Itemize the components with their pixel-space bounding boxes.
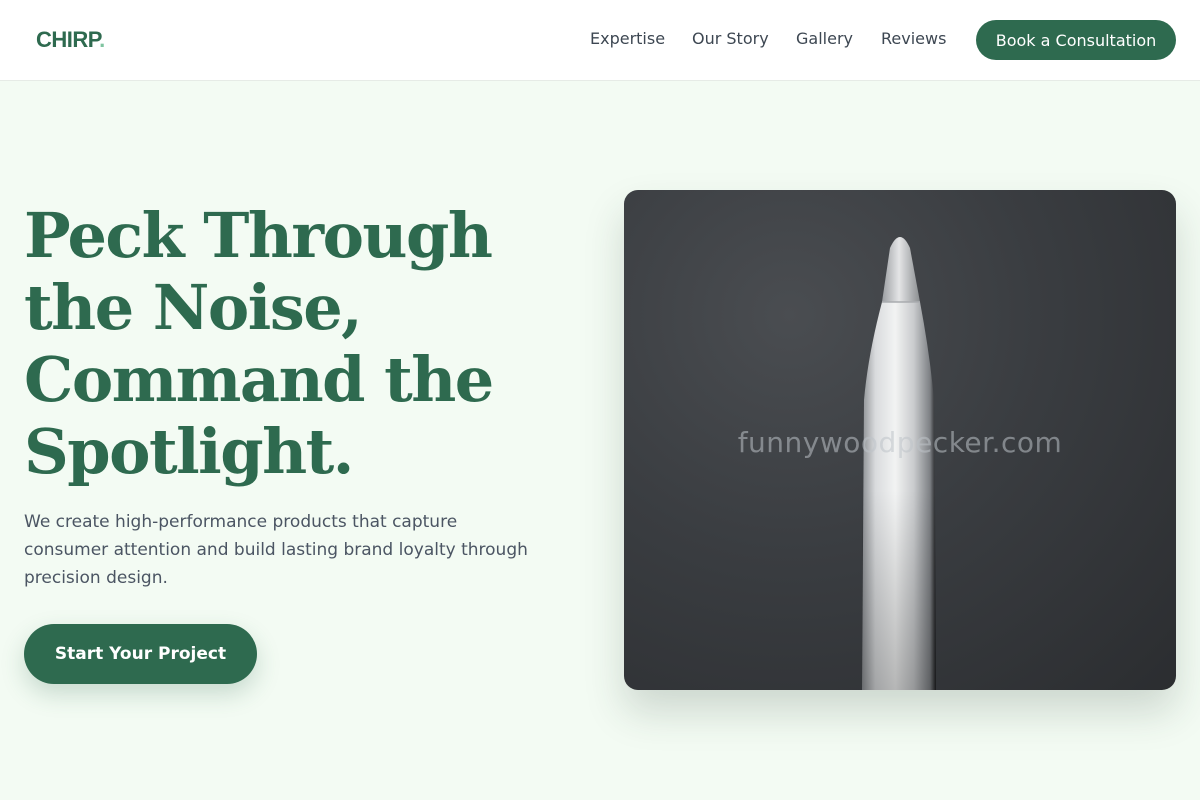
nav-link-reviews[interactable]: Reviews <box>881 29 946 48</box>
hero-title: Peck Through the Noise, Command the Spot… <box>24 200 584 488</box>
site-header: CHIRP. Expertise Our Story Gallery Revie… <box>0 0 1200 81</box>
hero-title-line: Spotlight. <box>24 415 354 488</box>
hero-subtitle: We create high-performance products that… <box>24 512 528 588</box>
hero-product-image: funnywoodpecker.com <box>624 190 1176 690</box>
nav-link-our-story[interactable]: Our Story <box>692 29 769 48</box>
book-consultation-button[interactable]: Book a Consultation <box>976 20 1176 60</box>
hero-title-line: the Noise, <box>24 271 363 344</box>
image-watermark: funnywoodpecker.com <box>737 426 1063 459</box>
nav-link-expertise[interactable]: Expertise <box>590 29 665 48</box>
start-project-button[interactable]: Start Your Project <box>24 624 257 684</box>
hero-title-line: Peck Through <box>24 199 493 272</box>
nav-link-gallery[interactable]: Gallery <box>796 29 853 48</box>
hero-title-line: Command the <box>24 343 494 416</box>
